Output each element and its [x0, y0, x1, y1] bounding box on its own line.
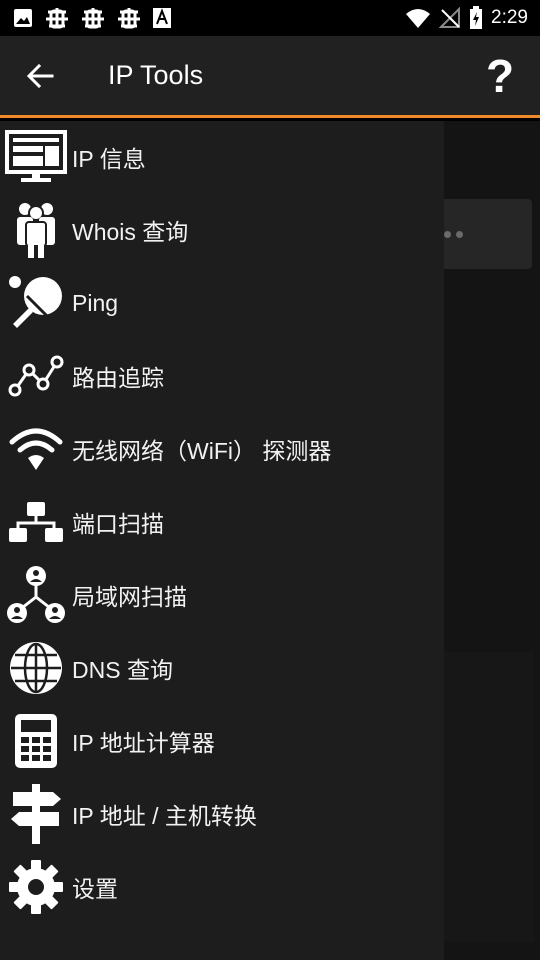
drawer-item-label: Ping	[72, 289, 119, 316]
monitor-icon	[0, 121, 72, 193]
font-a-icon	[152, 7, 172, 29]
battery-charging-icon	[469, 6, 483, 30]
drawer-item-port-scanner[interactable]: 端口扫描	[0, 486, 444, 558]
help-button[interactable]: ?	[460, 35, 540, 117]
gear-icon	[0, 851, 72, 923]
calculator-icon	[0, 705, 72, 777]
bug-icon	[80, 6, 106, 30]
no-signal-icon	[439, 7, 461, 29]
globe-icon	[0, 632, 72, 704]
drawer-item-whois[interactable]: Whois 查询	[0, 194, 444, 266]
status-time: 2:29	[491, 7, 528, 28]
drawer-item-ping[interactable]: Ping	[0, 267, 444, 339]
drawer-item-ip-info[interactable]: IP 信息	[0, 121, 444, 193]
page-title: IP Tools	[108, 60, 204, 90]
drawer-item-label: Whois 查询	[72, 219, 189, 245]
drawer-item-ip-calculator[interactable]: IP 地址计算器	[0, 705, 444, 777]
navigation-drawer: IP 信息 Whois 查询 Ping 路由追踪 无线网络（WiFi） 探测器 …	[0, 121, 444, 960]
ping-pong-icon	[0, 267, 72, 339]
drawer-item-label: DNS 查询	[72, 657, 173, 683]
back-button[interactable]	[0, 35, 80, 117]
drawer-item-label: IP 地址 / 主机转换	[72, 803, 257, 829]
status-right-icons: 2:29	[405, 6, 528, 30]
drawer-item-label: 端口扫描	[72, 511, 164, 537]
lan-users-icon	[0, 559, 72, 631]
drawer-item-lan-scanner[interactable]: 局域网扫描	[0, 559, 444, 631]
bug-icon	[44, 6, 70, 30]
drawer-item-wifi-scanner[interactable]: 无线网络（WiFi） 探测器	[0, 413, 444, 485]
bug-icon	[116, 6, 142, 30]
signpost-icon	[0, 778, 72, 850]
back-arrow-icon	[26, 63, 54, 88]
background-card	[430, 199, 532, 269]
background-panel	[444, 652, 534, 942]
drawer-item-label: IP 地址计算器	[72, 730, 215, 756]
drawer-item-label: 局域网扫描	[72, 584, 187, 610]
drawer-item-settings[interactable]: 设置	[0, 851, 444, 923]
wifi-icon	[405, 7, 431, 29]
drawer-item-label: 路由追踪	[72, 365, 164, 391]
drawer-item-traceroute[interactable]: 路由追踪	[0, 340, 444, 412]
route-icon	[0, 340, 72, 412]
drawer-item-label: 无线网络（WiFi） 探测器	[72, 438, 332, 464]
people-icon	[0, 194, 72, 266]
image-icon	[12, 7, 34, 29]
status-bar: 2:29	[0, 0, 540, 36]
drawer-item-label: IP 信息	[72, 146, 146, 172]
app-bar: IP Tools ?	[0, 36, 540, 118]
help-icon: ?	[485, 49, 515, 102]
drawer-item-ip-host-converter[interactable]: IP 地址 / 主机转换	[0, 778, 444, 850]
network-tree-icon	[0, 486, 72, 558]
drawer-item-label: 设置	[72, 876, 118, 902]
drawer-item-dns-lookup[interactable]: DNS 查询	[0, 632, 444, 704]
wifi-icon	[0, 413, 72, 485]
status-left-icons	[12, 6, 172, 30]
